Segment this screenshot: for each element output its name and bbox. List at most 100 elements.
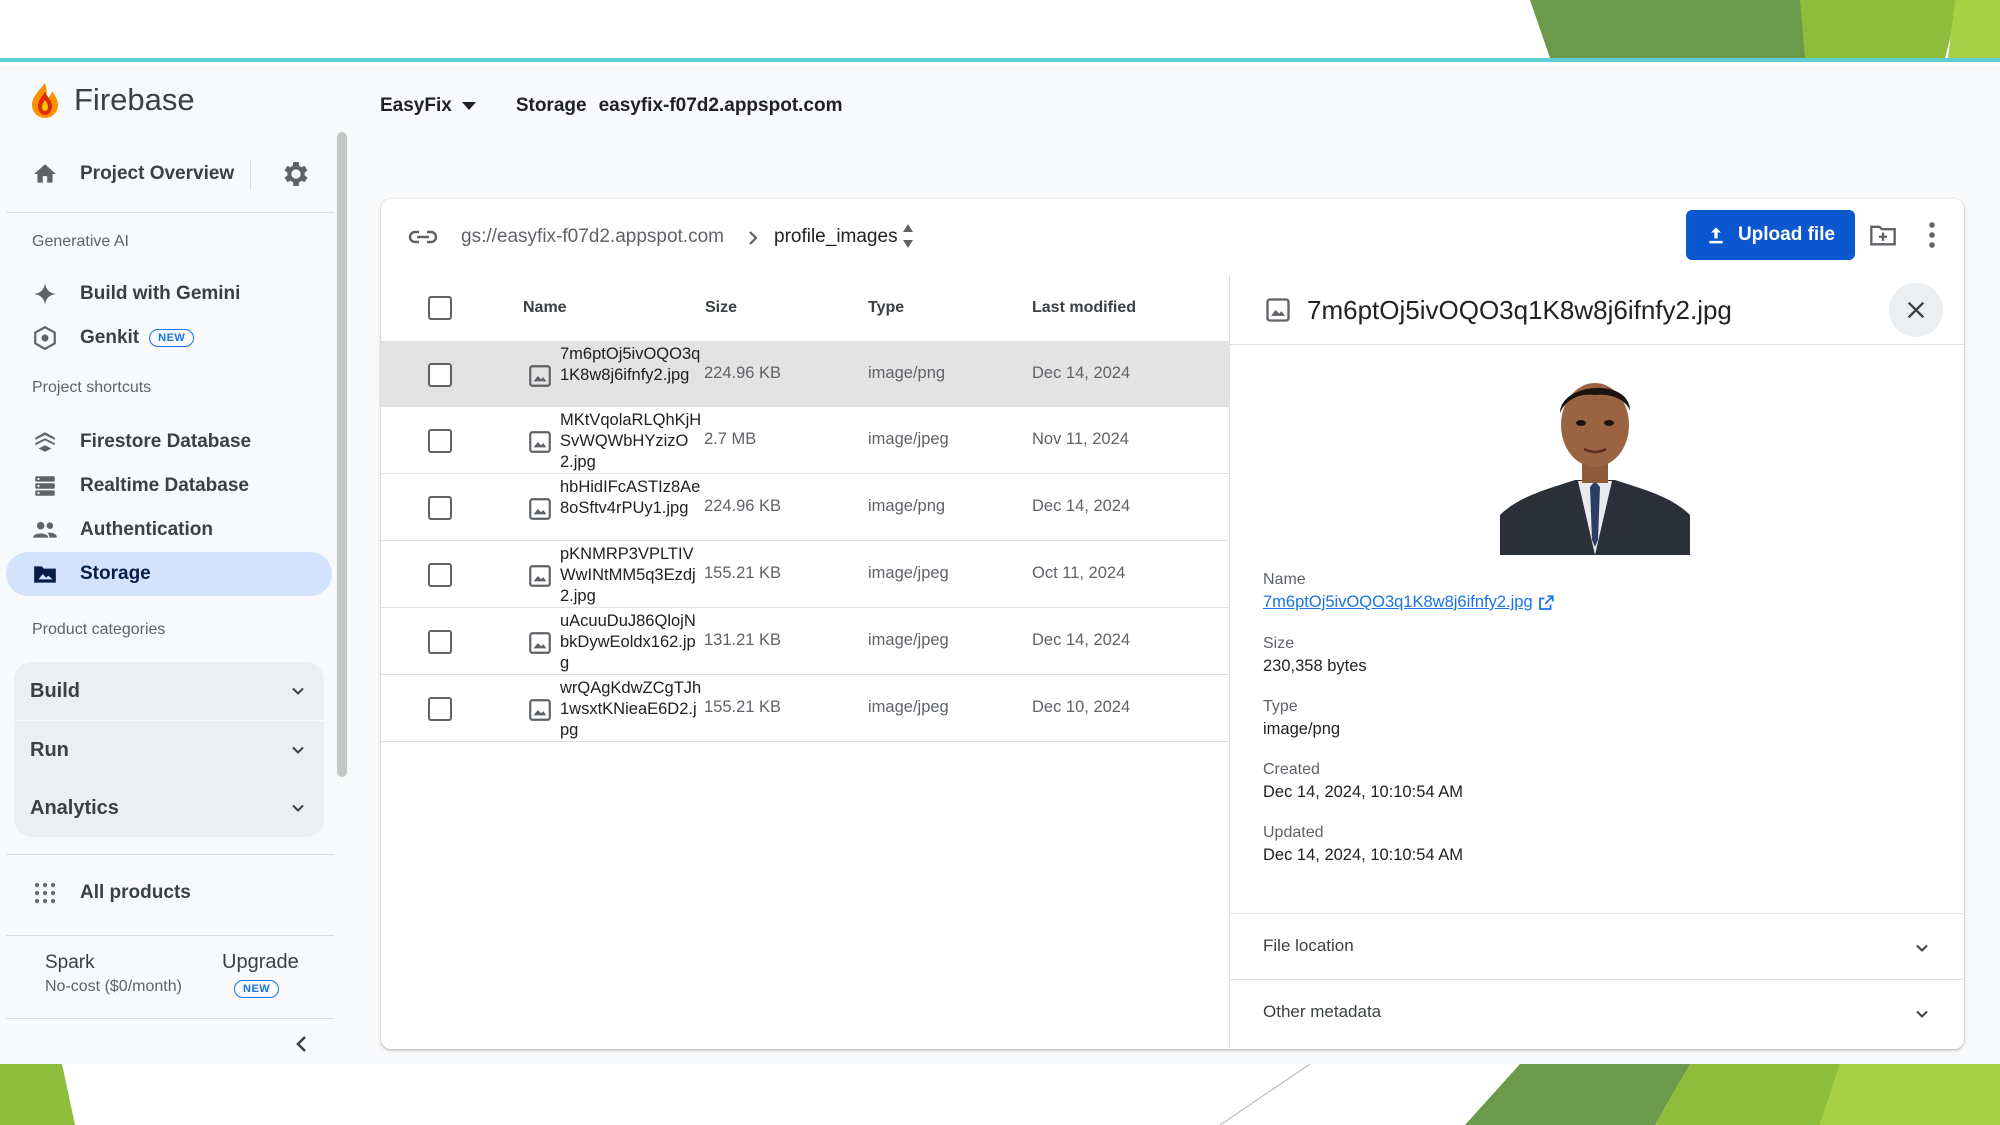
section-heading-categories: Product categories [32,621,166,638]
new-badge: NEW [234,980,280,998]
firebase-logo[interactable]: Firebase [30,80,195,120]
file-type: image/png [868,364,946,382]
detail-updated-field: Updated Dec 14, 2024, 10:10:54 AM [1263,824,1463,865]
table-row[interactable]: 7m6ptOj5ivOQO3q1K8w8j6ifnfy2.jpg 224.96 … [381,341,1229,407]
table-row[interactable]: uAcuuDuJ86QlojNbkDywEoldx162.jpg 131.21 … [381,609,1229,675]
column-header-type[interactable]: Type [868,299,904,317]
file-location-accordion[interactable]: File location [1230,913,1964,979]
link-icon[interactable] [407,225,439,249]
nav-realtime-database[interactable]: Realtime Database [6,464,332,508]
category-analytics[interactable]: Analytics [14,779,324,837]
row-checkbox[interactable] [428,563,452,587]
file-name[interactable]: MKtVqolaRLQhKjHSvWQWbHYzizO2.jpg [560,410,702,473]
divider [6,854,334,855]
plan-subtitle: No-cost ($0/month) [45,978,182,995]
category-build[interactable]: Build [14,662,324,720]
nav-firestore-database[interactable]: Firestore Database [6,420,332,464]
file-modified: Nov 11, 2024 [1032,430,1129,448]
nav-storage[interactable]: Storage [6,552,332,596]
firebase-flame-icon [32,83,58,118]
divider [250,160,251,190]
sidebar: Firebase Project Overview Generative AI … [0,66,347,1064]
bucket-path[interactable]: gs://easyfix-f07d2.appspot.com [461,226,724,248]
photo-folder-icon [34,566,56,583]
genkit-hex-icon [34,325,56,351]
upgrade-link[interactable]: Upgrade [222,951,299,974]
nav-label: Build with Gemini [80,283,241,304]
table-row[interactable]: hbHidIFcASTIz8Ae8oSftv4rPUy1.jpg 224.96 … [381,475,1229,541]
create-folder-icon[interactable] [1868,221,1898,249]
row-checkbox[interactable] [428,630,452,654]
open-in-new-icon [1538,594,1554,610]
presentation-slide: Firebase Project Overview Generative AI … [0,0,2000,1125]
plan-info: Spark No-cost ($0/month) [45,952,182,996]
accordion-label: File location [1263,936,1354,955]
topbar: EasyFix Storage easyfix-f07d2.appspot.co… [380,90,843,122]
apps-grid-icon [35,883,55,903]
detail-type-field: Type image/png [1263,698,1340,739]
image-file-icon [529,431,551,453]
file-name[interactable]: wrQAgKdwZCgTJh1wsxtKNieaE6D2.jpg [560,678,702,741]
chevron-down-icon [1916,1010,1928,1018]
nav-label: Genkit [80,327,140,348]
upload-label: Upload file [1737,224,1836,245]
file-name[interactable]: pKNMRP3VPLTIVWwINtMM5q3Ezdj2.jpg [560,544,702,607]
chevron-down-icon [292,804,304,812]
file-name[interactable]: 7m6ptOj5ivOQO3q1K8w8j6ifnfy2.jpg [560,344,702,386]
file-name[interactable]: uAcuuDuJ86QlojNbkDywEoldx162.jpg [560,611,702,674]
row-checkbox[interactable] [428,429,452,453]
divider [6,212,334,213]
column-header-size[interactable]: Size [705,299,737,317]
select-all-checkbox[interactable] [428,296,452,320]
sidebar-scrollbar[interactable] [337,132,347,777]
more-vert-icon[interactable] [1927,221,1937,249]
file-download-link[interactable]: 7m6ptOj5ivOQO3q1K8w8j6ifnfy2.jpg [1263,593,1555,612]
sort-arrows-icon[interactable] [900,219,916,253]
row-checkbox[interactable] [428,697,452,721]
row-checkbox[interactable] [428,363,452,387]
nav-genkit[interactable]: Genkit NEW [6,316,332,360]
logo-text: Firebase [74,82,195,117]
section-heading-gen-ai: Generative AI [32,233,129,250]
path-bar: gs://easyfix-f07d2.appspot.com profile_i… [381,199,1964,275]
file-type: image/jpeg [868,698,949,716]
sparkle-icon [34,283,56,305]
field-value: image/png [1263,720,1341,738]
file-name[interactable]: hbHidIFcASTIz8Ae8oSftv4rPUy1.jpg [560,477,702,519]
field-value: Dec 14, 2024, 10:10:54 AM [1263,846,1463,864]
nav-all-products[interactable]: All products [6,871,332,915]
section-heading-shortcuts: Project shortcuts [32,379,152,396]
collapse-sidebar-icon[interactable] [290,1032,314,1056]
nav-build-with-gemini[interactable]: Build with Gemini [6,272,332,316]
nav-label: Authentication [80,519,213,540]
people-icon [33,521,57,538]
nav-label: Realtime Database [80,475,249,496]
column-header-modified[interactable]: Last modified [1032,299,1136,317]
table-row[interactable]: pKNMRP3VPLTIVWwINtMM5q3Ezdj2.jpg 155.21 … [381,542,1229,608]
close-button[interactable] [1889,283,1943,337]
row-checkbox[interactable] [428,496,452,520]
upload-file-button[interactable]: Upload file [1686,210,1855,260]
file-size: 155.21 KB [704,564,782,582]
field-label: Size [1263,635,1295,652]
field-value: Dec 14, 2024, 10:10:54 AM [1263,783,1463,801]
table-row[interactable]: wrQAgKdwZCgTJh1wsxtKNieaE6D2.jpg 155.21 … [381,676,1229,742]
caret-down-icon[interactable] [461,101,476,111]
chevron-down-icon [292,687,304,695]
image-file-icon [529,699,551,721]
detail-created-field: Created Dec 14, 2024, 10:10:54 AM [1263,761,1463,802]
category-run[interactable]: Run [14,721,324,779]
file-modified: Dec 14, 2024 [1032,364,1131,382]
file-size: 2.7 MB [704,430,757,448]
image-file-icon [529,365,551,387]
column-header-name[interactable]: Name [523,299,567,317]
nav-authentication[interactable]: Authentication [6,508,332,552]
field-label: Name [1263,571,1306,588]
file-size: 224.96 KB [704,364,782,382]
divider [6,1018,334,1019]
project-selector[interactable]: EasyFix [380,95,452,117]
other-metadata-accordion[interactable]: Other metadata [1230,979,1964,1045]
settings-gear-icon[interactable] [280,158,312,190]
table-row[interactable]: MKtVqolaRLQhKjHSvWQWbHYzizO2.jpg 2.7 MB … [381,408,1229,474]
file-size: 224.96 KB [704,497,782,515]
